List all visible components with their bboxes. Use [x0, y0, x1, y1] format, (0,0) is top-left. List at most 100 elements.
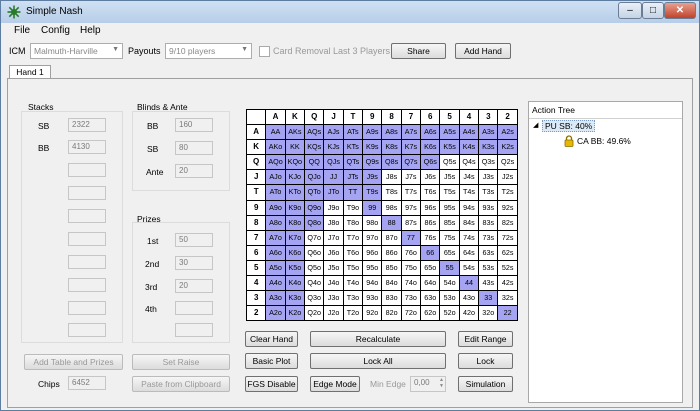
stack-field-8[interactable] — [68, 278, 106, 292]
hand-cell[interactable]: 85o — [382, 260, 402, 277]
hand-cell[interactable]: Q3s — [479, 155, 499, 171]
hand-cell[interactable]: 93s — [479, 200, 499, 216]
hand-cell[interactable]: 62o — [421, 306, 441, 322]
hand-cell[interactable]: K7o — [285, 230, 306, 246]
menu-help[interactable]: Help — [80, 25, 101, 36]
hand-cell[interactable]: 65s — [440, 245, 460, 261]
hand-cell[interactable]: 76o — [401, 245, 422, 261]
hand-cell[interactable]: J8s — [382, 170, 402, 186]
hand-cell[interactable]: 32o — [479, 306, 499, 322]
hand-cell[interactable]: J7s — [401, 170, 422, 186]
hand-cell[interactable]: J6s — [421, 170, 441, 186]
edit-range-button[interactable]: Edit Range — [458, 331, 513, 347]
hand-cell[interactable]: Q8s — [382, 155, 402, 171]
hand-cell[interactable]: 84s — [459, 215, 480, 231]
hand-cell[interactable]: 92s — [498, 200, 518, 216]
hand-cell[interactable]: A7s — [401, 125, 422, 141]
hand-cell[interactable]: ATo — [266, 185, 286, 201]
hand-cell[interactable]: 86o — [382, 245, 402, 261]
tree-node-pu-sb[interactable]: PU SB: 40% — [542, 120, 596, 132]
blind-sb-field[interactable]: 80 — [175, 141, 213, 155]
collapse-arrow-icon[interactable]: ◢ — [533, 121, 538, 129]
hand-cell[interactable]: T6o — [343, 245, 364, 261]
hand-cell[interactable]: A4o — [266, 276, 286, 292]
hand-cell[interactable]: 44 — [459, 276, 480, 292]
hand-cell[interactable]: 54s — [459, 260, 480, 277]
hand-cell[interactable]: AJo — [266, 170, 286, 186]
hand-cell[interactable]: K9s — [363, 140, 383, 156]
hand-cell[interactable]: J9o — [324, 200, 344, 216]
prize-4th-field[interactable] — [175, 301, 213, 315]
hand-cell[interactable]: QTs — [343, 155, 364, 171]
payouts-dropdown[interactable]: 9/10 players ▼ — [165, 43, 252, 59]
hand-cell[interactable]: Q2o — [305, 306, 325, 322]
card-removal-checkbox[interactable] — [259, 46, 270, 57]
hand-cell[interactable]: KQo — [285, 155, 306, 171]
edge-mode-button[interactable]: Edge Mode — [310, 376, 360, 392]
basic-plot-button[interactable]: Basic Plot — [245, 353, 298, 369]
hand-cell[interactable]: Q8o — [305, 215, 325, 231]
hand-cell[interactable]: JTo — [324, 185, 344, 201]
hand-cell[interactable]: A5s — [440, 125, 460, 141]
hand-cell[interactable]: A2o — [266, 306, 286, 322]
hand-cell[interactable]: 53o — [440, 291, 460, 307]
hand-cell[interactable]: QJo — [305, 170, 325, 186]
hand-cell[interactable]: T2o — [343, 306, 364, 322]
hand-cell[interactable]: 96s — [421, 200, 441, 216]
hand-cell[interactable]: TT — [343, 185, 364, 201]
hand-cell[interactable]: 53s — [479, 260, 499, 277]
hand-cell[interactable]: KJs — [324, 140, 344, 156]
tree-node-ca-bb[interactable]: CA BB: 49.6% — [577, 136, 631, 146]
icm-dropdown[interactable]: Malmuth-Harville ▼ — [30, 43, 123, 59]
hand-cell[interactable]: A8o — [266, 215, 286, 231]
lock-button[interactable]: Lock — [458, 353, 513, 369]
prize-5th-field[interactable] — [175, 323, 213, 337]
hand-cell[interactable]: 85s — [440, 215, 460, 231]
hand-cell[interactable]: A3o — [266, 291, 286, 307]
hand-cell[interactable]: K8o — [285, 215, 306, 231]
hand-cell[interactable]: J5s — [440, 170, 460, 186]
hand-cell[interactable]: 52s — [498, 260, 518, 277]
hand-cell[interactable]: K6o — [285, 245, 306, 261]
hand-cell[interactable]: 33 — [479, 291, 499, 307]
hand-cell[interactable]: Q2s — [498, 155, 518, 171]
hand-cell[interactable]: 55 — [440, 260, 460, 277]
stack-field-5[interactable] — [68, 209, 106, 223]
add-table-prizes-button[interactable]: Add Table and Prizes — [24, 354, 123, 370]
hand-cell[interactable]: AKo — [266, 140, 286, 156]
hand-cell[interactable]: Q5s — [440, 155, 460, 171]
hand-cell[interactable]: 77 — [401, 230, 422, 246]
hand-cell[interactable]: T4s — [459, 185, 480, 201]
hand-cell[interactable]: Q9o — [305, 200, 325, 216]
hand-cell[interactable]: A5o — [266, 260, 286, 277]
hand-cell[interactable]: Q6s — [421, 155, 441, 171]
hand-cell[interactable]: 83o — [382, 291, 402, 307]
hand-cell[interactable]: AQo — [266, 155, 286, 171]
hand-cell[interactable]: K3o — [285, 291, 306, 307]
hand-cell[interactable]: QQ — [305, 155, 325, 171]
hand-cell[interactable]: T7s — [401, 185, 422, 201]
hand-cell[interactable]: 63s — [479, 245, 499, 261]
hand-cell[interactable]: K4o — [285, 276, 306, 292]
hand-cell[interactable]: 72o — [401, 306, 422, 322]
hand-cell[interactable]: 97s — [401, 200, 422, 216]
prize-3rd-field[interactable]: 20 — [175, 279, 213, 293]
hand-cell[interactable]: T4o — [343, 276, 364, 292]
maximize-button[interactable]: □ — [642, 2, 664, 19]
simulation-button[interactable]: Simulation — [458, 376, 513, 392]
hand-cell[interactable]: T8o — [343, 215, 364, 231]
minimize-button[interactable]: – — [618, 2, 642, 19]
hand-cell[interactable]: A6s — [421, 125, 441, 141]
hand-cell[interactable]: K2o — [285, 306, 306, 322]
hand-cell[interactable]: A4s — [459, 125, 480, 141]
close-button[interactable]: ✕ — [664, 2, 696, 19]
hand-cell[interactable]: J9s — [363, 170, 383, 186]
stack-field-9[interactable] — [68, 301, 106, 315]
hand-cell[interactable]: A2s — [498, 125, 518, 141]
hand-cell[interactable]: Q6o — [305, 245, 325, 261]
hand-cell[interactable]: K5s — [440, 140, 460, 156]
hand-cell[interactable]: 73o — [401, 291, 422, 307]
hand-cell[interactable]: 94s — [459, 200, 480, 216]
hand-cell[interactable]: A3s — [479, 125, 499, 141]
hand-cell[interactable]: 75o — [401, 260, 422, 277]
